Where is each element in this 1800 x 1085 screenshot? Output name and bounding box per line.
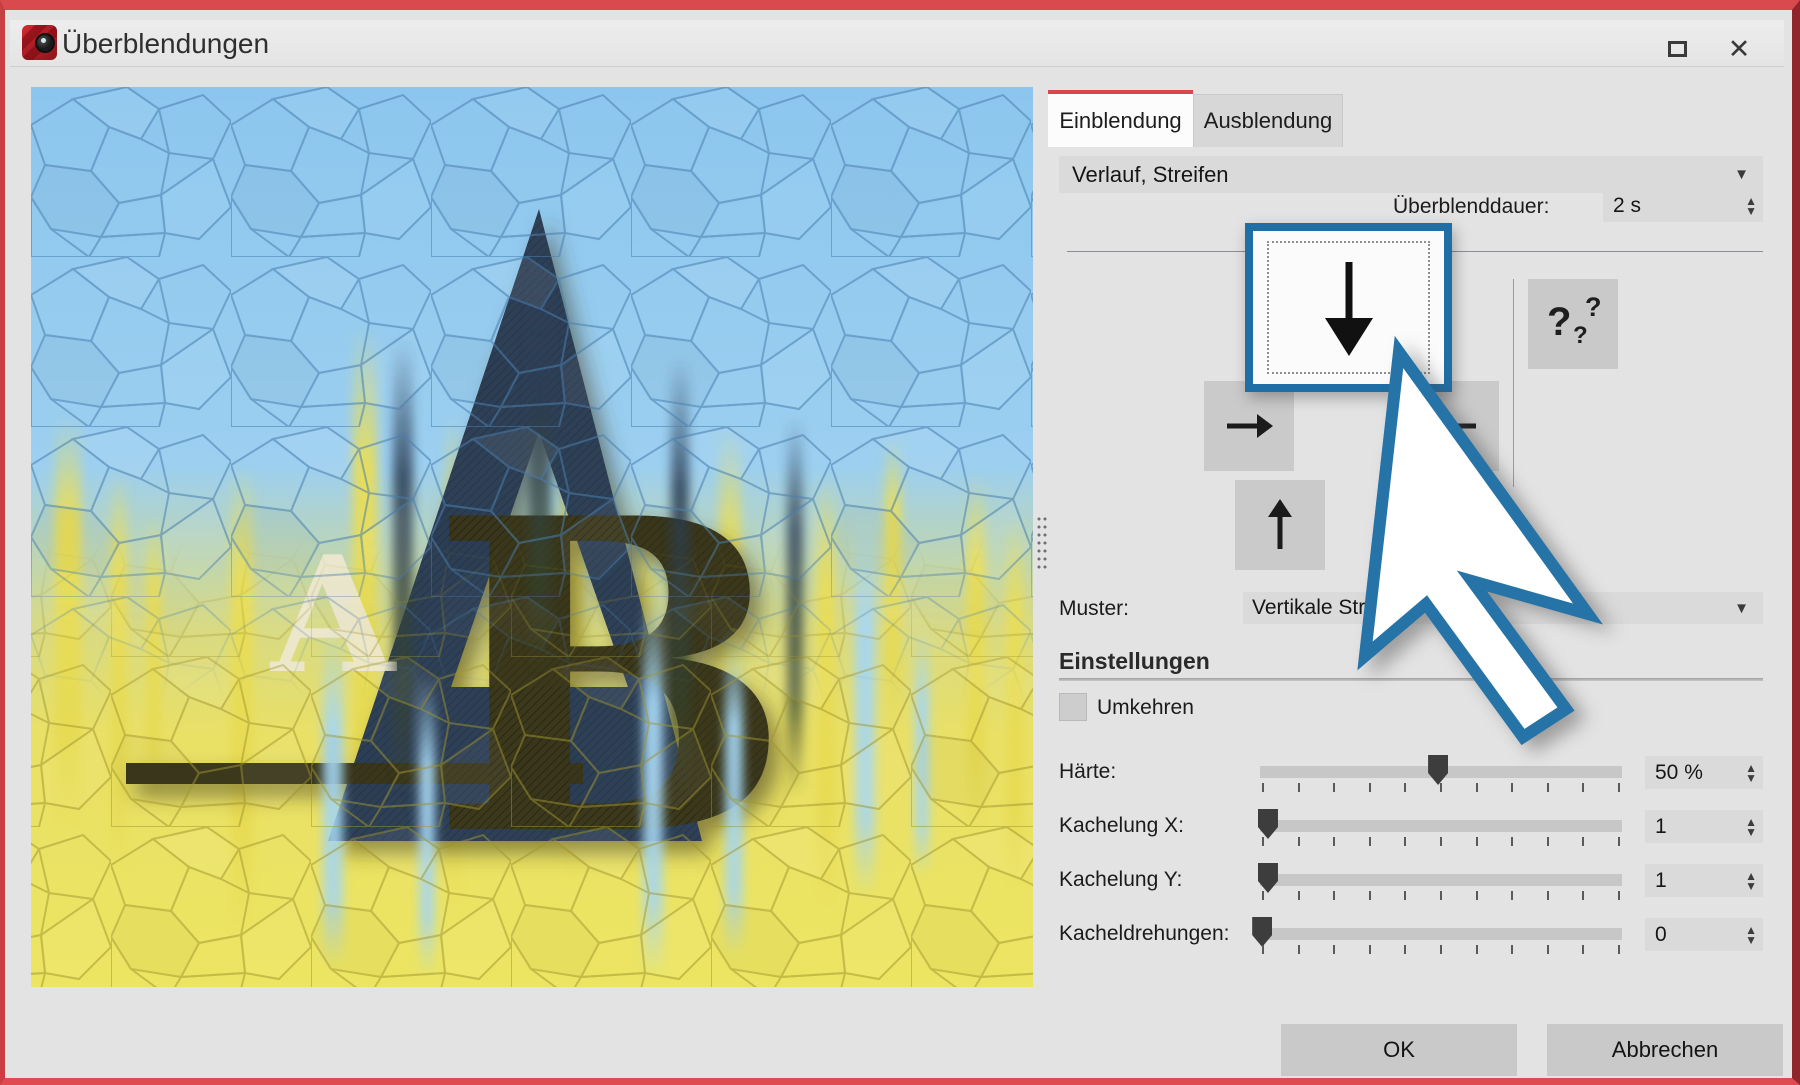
transition-type-value: Verlauf, Streifen [1072, 162, 1229, 188]
spin-down-icon: ▼ [1745, 827, 1757, 837]
close-button[interactable]: ✕ [1722, 34, 1756, 64]
spin-down-icon: ▼ [1745, 206, 1757, 216]
slider-spinner[interactable]: ▲ ▼ [1745, 918, 1757, 951]
settings-heading: Einstellungen [1059, 648, 1210, 675]
slider-ticks [1260, 783, 1622, 793]
duration-label: Überblenddauer: [1393, 195, 1580, 219]
duration-spinner[interactable]: ▲ ▼ [1745, 189, 1757, 222]
slider-value-spinbox[interactable]: 1 ▲ ▼ [1645, 864, 1763, 897]
maximize-button[interactable] [1660, 34, 1694, 64]
slider-track[interactable] [1260, 820, 1622, 832]
pattern-value: Vertikale Streifen [1252, 596, 1411, 620]
slider-label: Kacheldrehungen: [1059, 922, 1229, 946]
direction-down-button-magnified[interactable] [1245, 223, 1452, 392]
app-icon [22, 25, 57, 60]
maximize-icon [1668, 41, 1687, 57]
direction-random-button[interactable]: ? ? ? [1528, 279, 1618, 369]
arrow-up-icon [1260, 497, 1300, 553]
direction-left-button[interactable] [1409, 381, 1499, 471]
direction-up-button[interactable] [1235, 480, 1325, 570]
slider-ticks [1260, 891, 1622, 901]
duration-value: 2 s [1613, 194, 1641, 218]
focus-rectangle [1267, 241, 1430, 374]
slider-track[interactable] [1260, 766, 1622, 778]
arrow-right-icon [1223, 406, 1275, 446]
close-icon: ✕ [1728, 34, 1751, 65]
panel-splitter-handle[interactable] [1036, 515, 1048, 573]
invert-checkbox[interactable] [1059, 693, 1087, 721]
spin-down-icon: ▼ [1745, 881, 1757, 891]
slider-track[interactable] [1260, 928, 1622, 940]
slider-value-spinbox[interactable]: 50 % ▲ ▼ [1645, 756, 1763, 789]
slider-spinner[interactable]: ▲ ▼ [1745, 756, 1757, 789]
settings-rule [1059, 678, 1763, 681]
slider-thumb[interactable] [1428, 755, 1448, 785]
title-bar: Überblendungen ✕ [10, 20, 1784, 67]
ok-button[interactable]: OK [1281, 1024, 1517, 1076]
slider-value: 1 [1655, 869, 1667, 893]
slider-value: 1 [1655, 815, 1667, 839]
slider-ticks [1260, 945, 1622, 955]
duration-spinbox[interactable]: 2 s ▲ ▼ [1603, 189, 1763, 222]
transition-preview-image: B B A [31, 87, 1033, 987]
slider-value: 50 % [1655, 761, 1703, 785]
slider-value: 0 [1655, 923, 1667, 947]
vertical-separator-line [1513, 279, 1514, 487]
tab-fade-out[interactable]: Ausblendung [1193, 94, 1343, 147]
chevron-down-icon: ▼ [1734, 600, 1749, 617]
slider-thumb[interactable] [1258, 863, 1278, 893]
camera-lens-icon [35, 33, 55, 53]
slider-spinner[interactable]: ▲ ▼ [1745, 810, 1757, 843]
slider-spinner[interactable]: ▲ ▼ [1745, 864, 1757, 897]
slider-value-spinbox[interactable]: 0 ▲ ▼ [1645, 918, 1763, 951]
cancel-button[interactable]: Abbrechen [1547, 1024, 1783, 1076]
transition-type-dropdown[interactable]: Verlauf, Streifen ▼ [1059, 156, 1763, 193]
chevron-down-icon: ▼ [1734, 166, 1749, 183]
pattern-dropdown[interactable]: Vertikale Streifen ▼ [1243, 592, 1763, 624]
window-title: Überblendungen [62, 28, 269, 60]
pattern-label: Muster: [1059, 597, 1129, 621]
dialog-window: Überblendungen ✕ [0, 0, 1800, 1085]
slider-value-spinbox[interactable]: 1 ▲ ▼ [1645, 810, 1763, 843]
tab-fade-in[interactable]: Einblendung [1048, 90, 1193, 147]
question-marks-icon: ? ? ? [1543, 294, 1603, 354]
spin-down-icon: ▼ [1745, 935, 1757, 945]
slider-thumb[interactable] [1252, 917, 1272, 947]
slider-label: Kachelung X: [1059, 814, 1184, 838]
spin-down-icon: ▼ [1745, 773, 1757, 783]
arrow-left-icon [1428, 406, 1480, 446]
slider-label: Härte: [1059, 760, 1116, 784]
slider-track[interactable] [1260, 874, 1622, 886]
slider-ticks [1260, 837, 1622, 847]
direction-right-button[interactable] [1204, 381, 1294, 471]
invert-label: Umkehren [1097, 696, 1194, 720]
slider-thumb[interactable] [1258, 809, 1278, 839]
slider-label: Kachelung Y: [1059, 868, 1182, 892]
